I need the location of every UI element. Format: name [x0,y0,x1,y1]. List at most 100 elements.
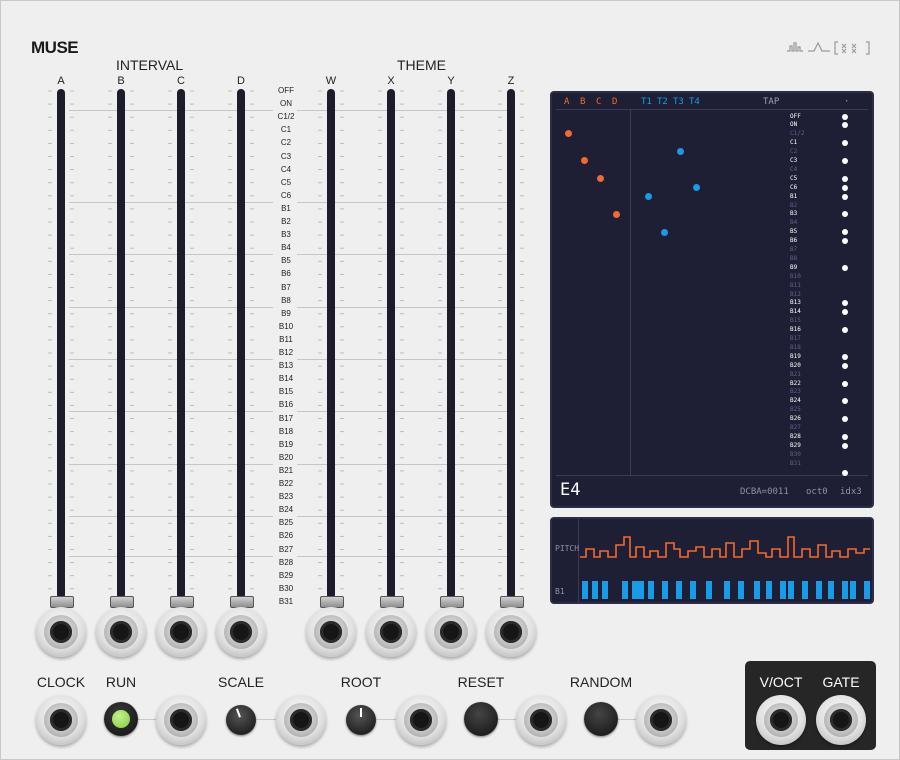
random-button[interactable] [584,702,618,736]
theme-z-slider[interactable] [507,89,515,599]
scale-input-jack[interactable] [276,695,326,745]
gate-bar [842,581,848,599]
gate-output-jack[interactable] [816,695,866,745]
tap-step-label: C2 [790,148,798,156]
interval-c-slider[interactable] [177,89,185,599]
step-label: B8 [281,295,291,305]
root-input-jack[interactable] [396,695,446,745]
root-knob[interactable] [346,705,376,735]
theme-label-x: X [387,75,395,87]
gate-label: B1 [555,587,565,596]
interval-b-slider[interactable] [117,89,125,599]
tap-step-label: B13 [790,299,801,307]
theme-label-y: Y [447,75,455,87]
tap-step-label: B21 [790,370,801,378]
tap-active-dot [842,184,848,191]
reset-button[interactable] [464,702,498,736]
theme-w-input-jack[interactable] [306,607,356,657]
run-input-jack[interactable] [156,695,206,745]
theme-y-slider[interactable] [447,89,455,599]
theme-w-slider[interactable] [327,89,335,599]
gate-bar [780,581,786,599]
gate-bar [638,581,644,599]
step-label: C3 [280,151,292,161]
theme-y-input-jack[interactable] [426,607,476,657]
tap-active-dot [842,175,848,182]
theme-label-w: W [325,75,337,87]
step-label: B14 [278,374,294,384]
step-label: B10 [278,321,294,331]
tap-step-label: ON [790,121,798,129]
reset-input-jack[interactable] [516,695,566,745]
theme-z-input-jack[interactable] [486,607,536,657]
gate-output-label: GATE [822,674,860,690]
run-led [112,710,130,728]
tap-active-dot [842,362,848,369]
step-label: OFF [278,86,294,95]
clock-input-jack[interactable] [36,695,86,745]
interval-label-c: C [177,75,185,87]
tap-active-dot [842,442,848,449]
tap-step-label: B29 [790,441,801,449]
tap-step-label: B2 [790,201,798,209]
display-header-tap: TAP [763,97,780,107]
tap-step-label: B30 [790,450,801,458]
tap-step-label: C1 [790,139,798,147]
tap-active-dot [842,327,848,334]
theme-x-input-jack[interactable] [366,607,416,657]
tap-step-label: B12 [790,290,801,298]
tap-active-dot [842,380,848,387]
step-label: B15 [278,387,294,397]
step-label: B4 [281,243,291,253]
gate-bar [802,581,808,599]
interval-d-slider[interactable] [237,89,245,599]
step-label: B30 [278,583,294,593]
step-label: B29 [278,570,294,580]
random-input-jack[interactable] [636,695,686,745]
theme-t1-step-dot [645,193,652,200]
voct-output-jack[interactable] [756,695,806,745]
gate-bar [676,581,682,599]
tap-active-dot [842,113,848,120]
interval-a-step-dot [565,130,572,137]
gate-bar [754,581,760,599]
clock-label: CLOCK [36,674,86,690]
step-label: B18 [278,426,294,436]
run-button[interactable] [104,702,138,736]
tap-active-dot [842,416,848,423]
step-label: C6 [280,190,292,200]
interval-label-d: D [237,75,245,87]
interval-label-a: A [57,75,65,87]
interval-c-input-jack[interactable] [156,607,206,657]
step-label: C4 [280,164,292,174]
display-header-t2: T2 [657,97,668,107]
gate-bar [766,581,772,599]
interval-b-input-jack[interactable] [96,607,146,657]
tap-step-label: B19 [790,352,801,360]
tap-step-label: OFF [790,112,801,120]
tap-step-label: B28 [790,432,801,440]
display-header-t3: T3 [673,97,684,107]
step-label: C5 [280,177,292,187]
tap-active-dot [842,398,848,405]
tap-active-dot [842,238,848,245]
step-label: B31 [278,596,294,606]
tap-active-dot [842,122,848,129]
interval-d-input-jack[interactable] [216,607,266,657]
gate-bar [738,581,744,599]
step-label: B11 [279,334,293,344]
gate-bar [582,581,588,599]
interval-a-input-jack[interactable] [36,607,86,657]
step-label: B23 [278,492,294,502]
step-label: B19 [278,439,294,449]
tap-step-label: B8 [790,254,798,262]
gate-bar [632,581,638,599]
tap-active-dot [842,309,848,316]
interval-a-slider[interactable] [57,89,65,599]
interval-title: INTERVAL [116,57,184,73]
step-label: B17 [278,413,294,423]
step-label: C2 [280,138,292,148]
scale-knob[interactable] [226,705,256,735]
theme-x-slider[interactable] [387,89,395,599]
step-label: B1 [281,203,291,213]
